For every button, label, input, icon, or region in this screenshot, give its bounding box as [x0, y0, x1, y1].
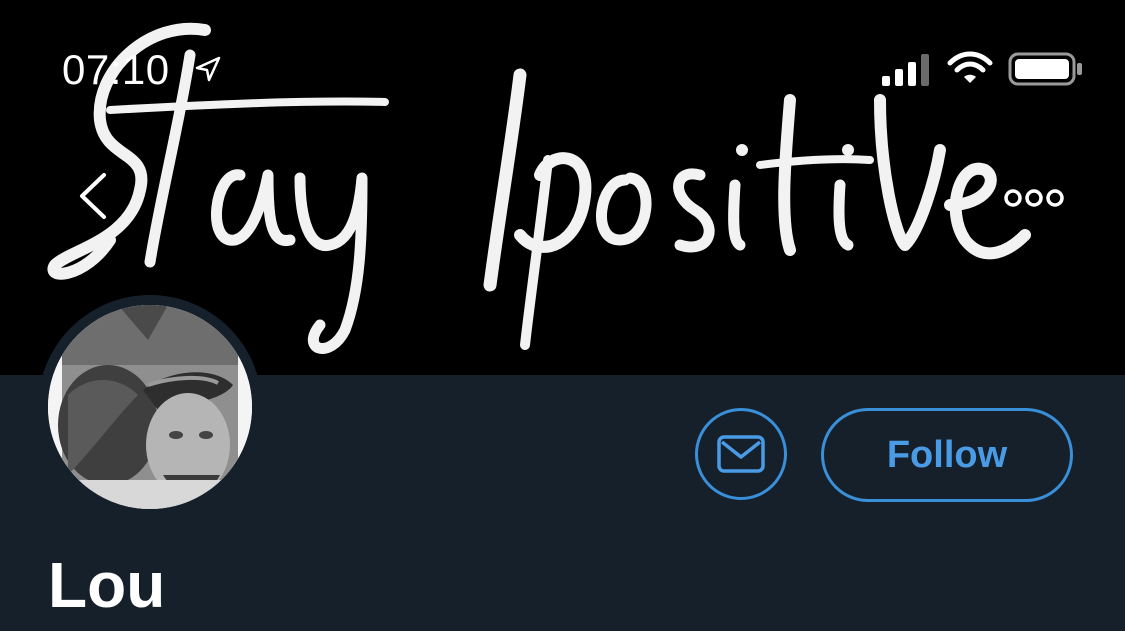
- profile-avatar[interactable]: [48, 305, 252, 509]
- more-horizontal-icon: [1004, 189, 1064, 207]
- status-bar: 07:10: [0, 0, 1125, 130]
- status-time: 07:10: [62, 46, 170, 93]
- chevron-left-icon: [80, 173, 106, 219]
- cellular-signal-icon: [882, 54, 929, 86]
- location-arrow-icon: [195, 56, 221, 82]
- message-button[interactable]: [695, 408, 787, 500]
- battery-icon: [1008, 52, 1082, 86]
- follow-button-label: Follow: [886, 433, 1008, 476]
- back-button[interactable]: [62, 166, 122, 226]
- profile-display-name: Lou: [48, 549, 166, 621]
- avatar-photo: [48, 305, 252, 509]
- follow-button[interactable]: Follow: [821, 408, 1073, 502]
- profile-screen: 07:10 Follow Lou: [0, 0, 1125, 631]
- envelope-icon: [717, 435, 765, 473]
- more-options-button[interactable]: [994, 168, 1074, 228]
- wifi-icon: [947, 51, 993, 83]
